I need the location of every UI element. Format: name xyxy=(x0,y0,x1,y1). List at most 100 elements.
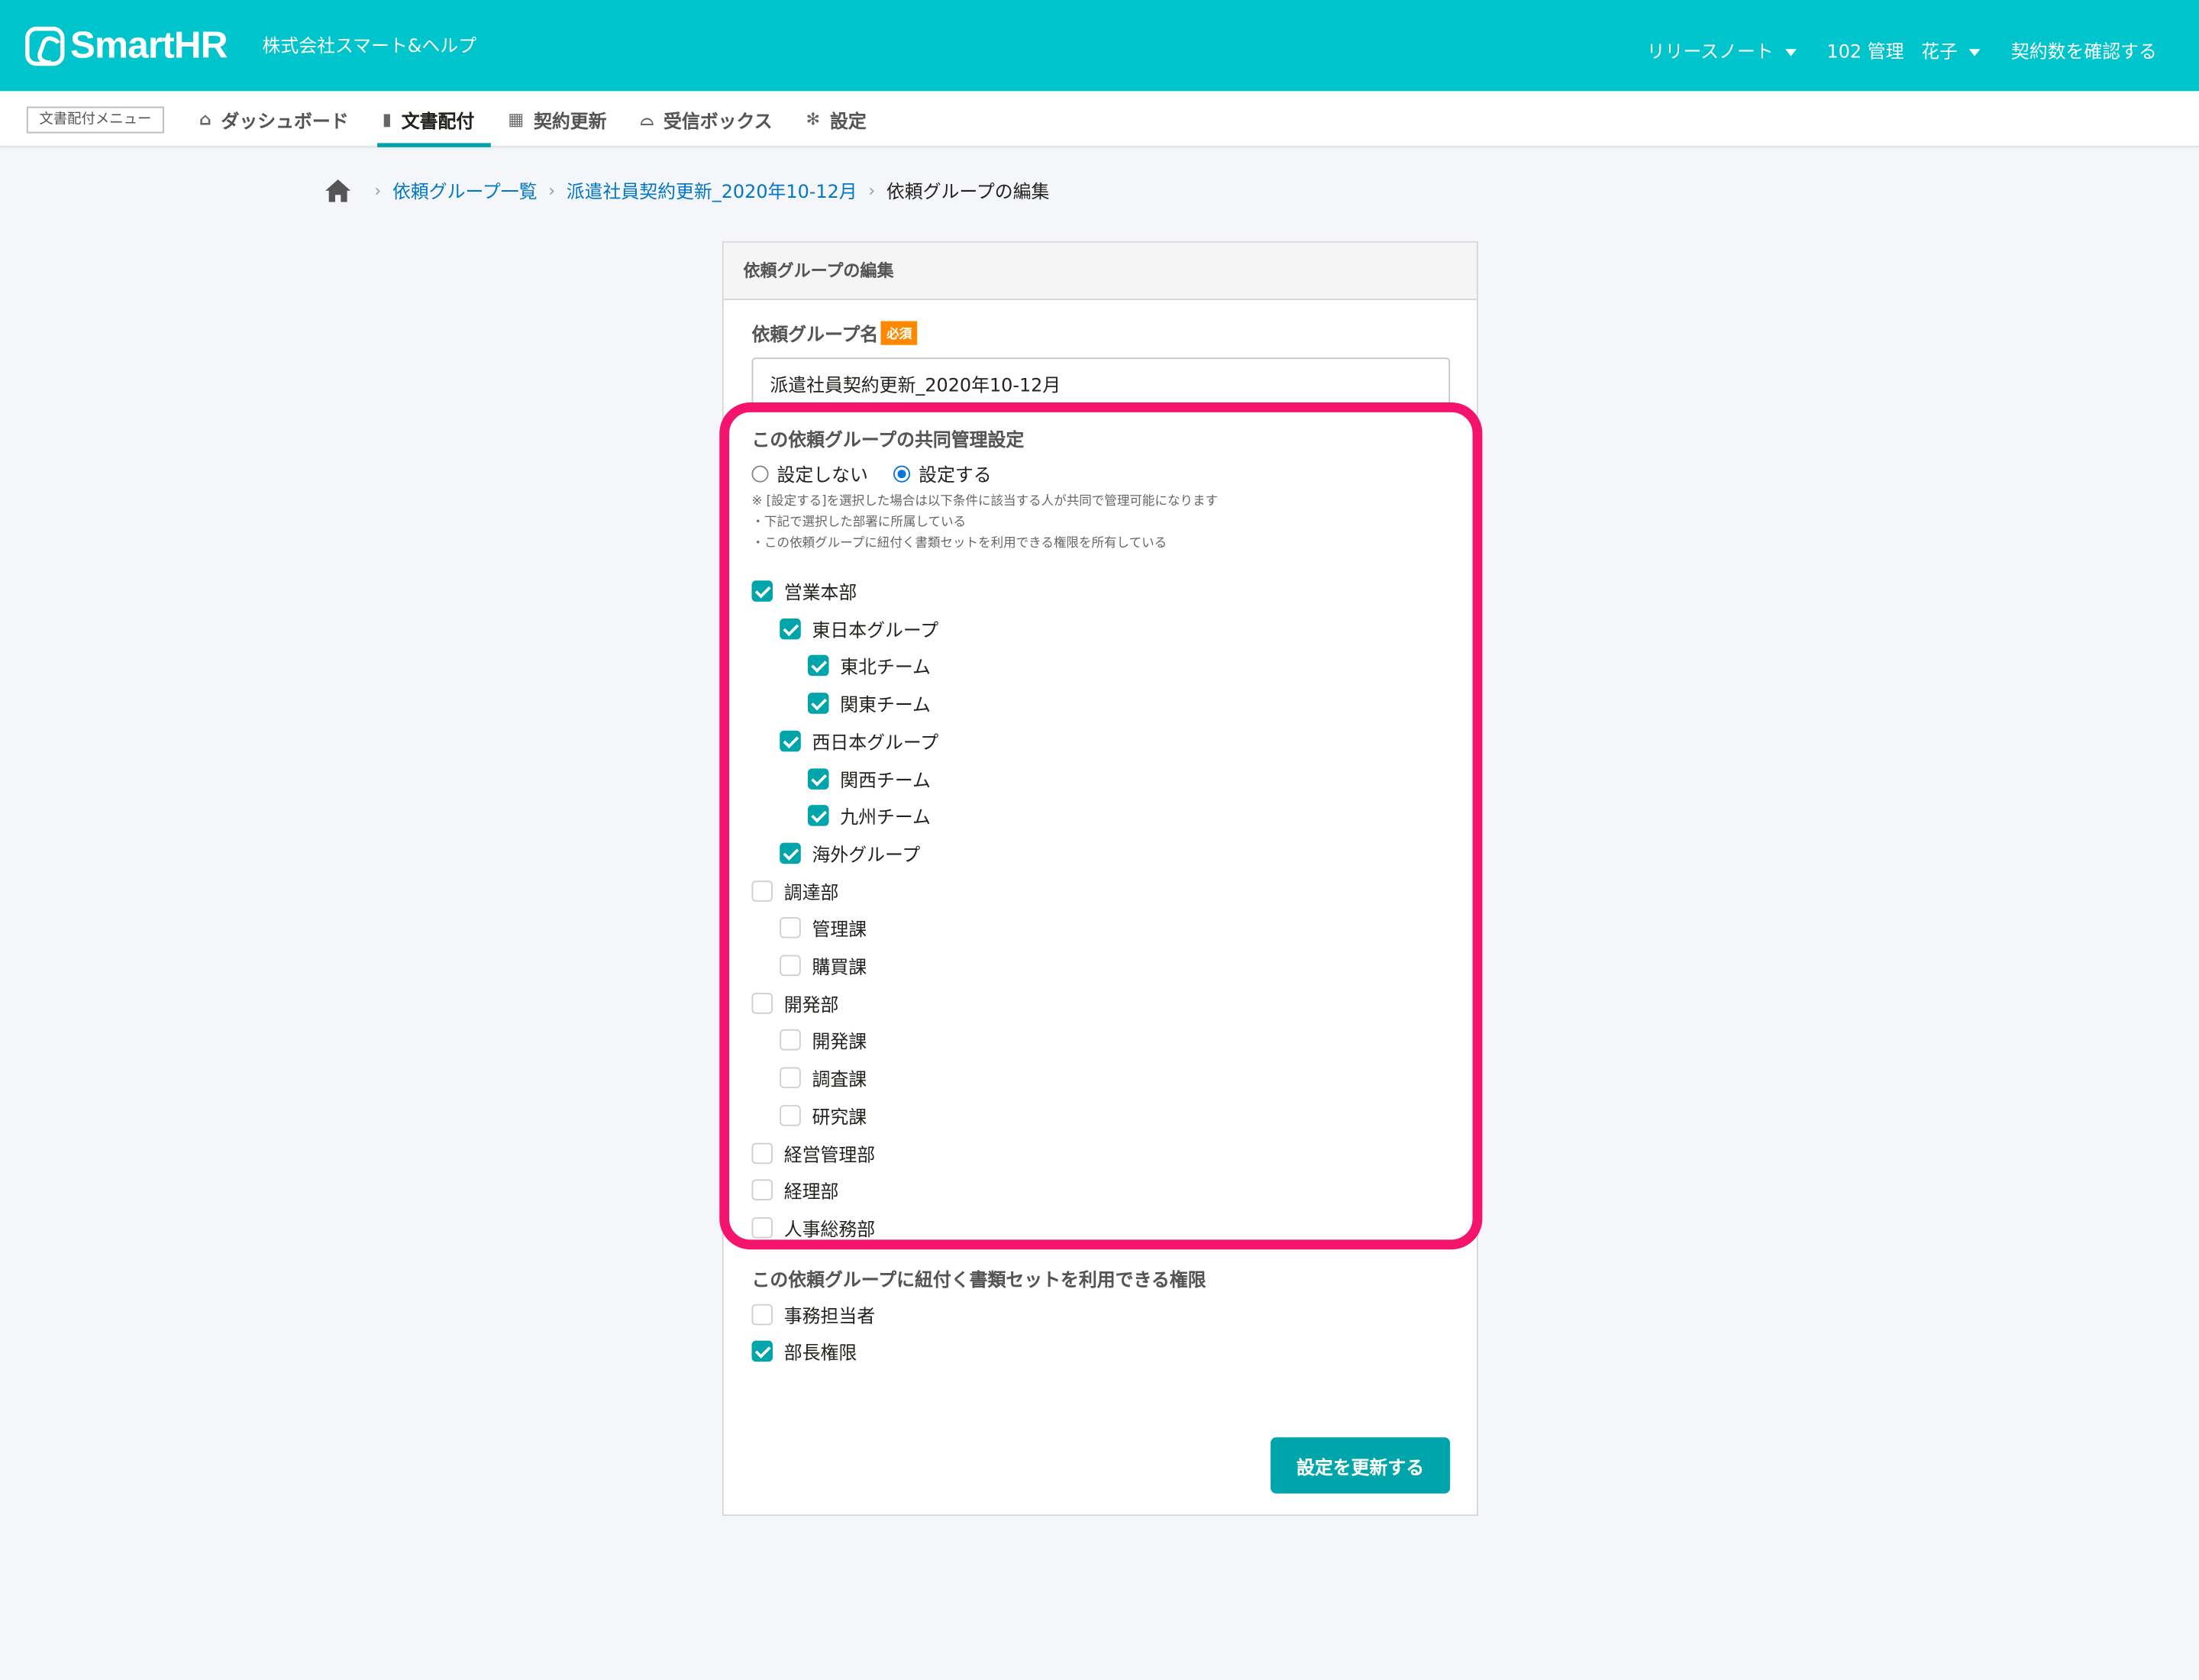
checkbox[interactable] xyxy=(807,655,829,677)
department-label: 開発部 xyxy=(783,995,839,1016)
department-checkbox-row[interactable]: 管理課 xyxy=(780,915,867,942)
department-label: 購買課 xyxy=(812,958,867,979)
department-label: 人事総務部 xyxy=(783,1220,876,1242)
department-label: 経営管理部 xyxy=(783,1145,876,1166)
department-checkbox-row[interactable]: 関東チーム xyxy=(807,690,931,717)
permission-label: 事務担当者 xyxy=(783,1307,876,1329)
department-label: 九州チーム xyxy=(840,808,931,829)
group-name-label: 依頼グループ名 必須 xyxy=(751,320,918,347)
required-badge: 必須 xyxy=(880,321,918,345)
permission-title: この依頼グループに紐付く書類セットを利用できる権限 xyxy=(751,1270,1206,1292)
department-checkbox-row[interactable]: 調達部 xyxy=(751,877,838,904)
tab-2[interactable]: ▦ 契約更新 xyxy=(508,91,623,147)
checkbox[interactable] xyxy=(780,917,801,939)
radio-on-label[interactable]: 設定する xyxy=(919,460,992,487)
breadcrumb-link-group-list[interactable]: 依頼グループ一覧 xyxy=(392,176,538,204)
checkbox[interactable] xyxy=(751,1142,773,1164)
home-icon[interactable] xyxy=(324,177,352,202)
tab-label: 文書配付 xyxy=(401,111,475,133)
department-checkbox-row[interactable]: 人事総務部 xyxy=(751,1214,875,1241)
checkbox[interactable] xyxy=(807,693,829,714)
department-checkbox-row[interactable]: 開発課 xyxy=(780,1027,867,1054)
department-checkbox-row[interactable]: 調査課 xyxy=(780,1065,867,1091)
department-label: 西日本グループ xyxy=(812,733,939,754)
department-label: 営業本部 xyxy=(783,583,857,605)
calendar-check-icon: ▦ xyxy=(508,109,525,129)
department-label: 関西チーム xyxy=(840,771,931,792)
gear-icon: ✻ xyxy=(806,109,821,129)
release-notes-label: リリースノート xyxy=(1646,42,1774,63)
checkbox[interactable] xyxy=(807,767,829,789)
home-icon: ⌂ xyxy=(199,109,212,129)
tab-label: ダッシュボード xyxy=(221,111,349,133)
checkbox[interactable] xyxy=(780,1104,801,1126)
note-line: ・下記で選択した部署に所属している xyxy=(751,515,967,531)
department-label: 関東チーム xyxy=(840,696,931,717)
tab-0[interactable]: ⌂ ダッシュボード xyxy=(199,91,366,147)
checkbox[interactable] xyxy=(780,730,801,751)
tab-3[interactable]: ⌓ 受信ボックス xyxy=(641,91,790,147)
breadcrumb-link-group[interactable]: 派遣社員契約更新_2020年10-12月 xyxy=(567,176,857,204)
department-checkbox-row[interactable]: 海外グループ xyxy=(780,840,920,867)
checkbox[interactable] xyxy=(751,580,773,602)
radio-off-label[interactable]: 設定しない xyxy=(777,460,868,487)
department-label: 開発課 xyxy=(812,1032,867,1054)
inbox-icon: ⌓ xyxy=(640,108,654,129)
tab-label: 設定 xyxy=(829,111,867,133)
caret-down-icon xyxy=(1784,49,1797,57)
department-checkbox-row[interactable]: 東日本グループ xyxy=(780,615,938,641)
department-checkbox-row[interactable]: 西日本グループ xyxy=(780,728,938,754)
breadcrumb-current: 依頼グループの編集 xyxy=(886,182,1050,204)
department-label: 海外グループ xyxy=(812,845,921,867)
department-checkbox-row[interactable]: 経営管理部 xyxy=(751,1139,875,1166)
chevron-right-icon: › xyxy=(868,179,876,200)
radio-off[interactable] xyxy=(751,464,769,482)
checkbox[interactable] xyxy=(780,842,801,864)
permission-checkbox-row[interactable]: 事務担当者 xyxy=(751,1301,875,1328)
group-name-input[interactable] xyxy=(751,357,1451,409)
department-checkbox-row[interactable]: 研究課 xyxy=(780,1102,867,1129)
permission-checkbox-row[interactable]: 部長権限 xyxy=(751,1338,857,1365)
department-label: 調達部 xyxy=(783,883,839,904)
tab-label: 契約更新 xyxy=(534,111,607,133)
update-settings-button[interactable]: 設定を更新する xyxy=(1271,1437,1451,1494)
department-checkbox-row[interactable]: 営業本部 xyxy=(751,578,857,605)
checkbox[interactable] xyxy=(751,1304,773,1326)
checkbox[interactable] xyxy=(751,1179,773,1201)
department-checkbox-row[interactable]: 関西チーム xyxy=(807,765,931,792)
top-header: SmartHR 株式会社スマート&ヘルプ リリースノート 102 管理 花子 契… xyxy=(0,0,2199,92)
caret-down-icon xyxy=(1968,49,1981,57)
department-label: 東北チーム xyxy=(840,657,931,680)
checkbox[interactable] xyxy=(751,880,773,902)
checkbox[interactable] xyxy=(807,805,829,826)
checkbox[interactable] xyxy=(751,1216,773,1239)
checkbox[interactable] xyxy=(751,992,773,1014)
tab-4[interactable]: ✻ 設定 xyxy=(806,91,883,147)
card-title: 依頼グループの編集 xyxy=(723,242,1477,300)
chevron-right-icon: › xyxy=(374,179,382,200)
department-checkbox-row[interactable]: 九州チーム xyxy=(807,803,931,829)
user-name: 花子 xyxy=(1921,42,1958,63)
smarthr-logo[interactable]: SmartHR xyxy=(25,24,228,67)
menu-label: 文書配付メニュー xyxy=(26,106,164,134)
logo-icon xyxy=(25,25,65,66)
department-checkbox-row[interactable]: 東北チーム xyxy=(807,653,931,680)
release-notes-menu[interactable]: リリースノート xyxy=(1646,37,1797,63)
checkbox[interactable] xyxy=(780,618,801,639)
department-checkbox-row[interactable]: 開発部 xyxy=(751,990,838,1016)
checkbox[interactable] xyxy=(780,955,801,977)
department-checkbox-row[interactable]: 経理部 xyxy=(751,1177,838,1203)
checkbox[interactable] xyxy=(780,1029,801,1052)
note-line: ※ [設定する]を選択した場合は以下条件に該当する人が共同で管理可能になります xyxy=(751,495,1219,509)
department-checkbox-row[interactable]: 購買課 xyxy=(780,952,867,979)
logo-text: SmartHR xyxy=(69,24,228,66)
checkbox[interactable] xyxy=(780,1067,801,1089)
tab-1[interactable]: ▮ 文書配付 xyxy=(376,91,492,147)
note-line: ・この依頼グループに紐付く書類セットを利用できる権限を所有している xyxy=(751,537,1167,551)
user-menu[interactable]: 102 管理 花子 xyxy=(1827,37,1981,63)
checkbox[interactable] xyxy=(751,1340,773,1362)
chevron-right-icon: › xyxy=(548,179,556,200)
tab-label: 受信ボックス xyxy=(663,111,773,133)
contract-count-link[interactable]: 契約数を確認する xyxy=(2011,37,2157,63)
radio-on[interactable] xyxy=(893,464,911,482)
